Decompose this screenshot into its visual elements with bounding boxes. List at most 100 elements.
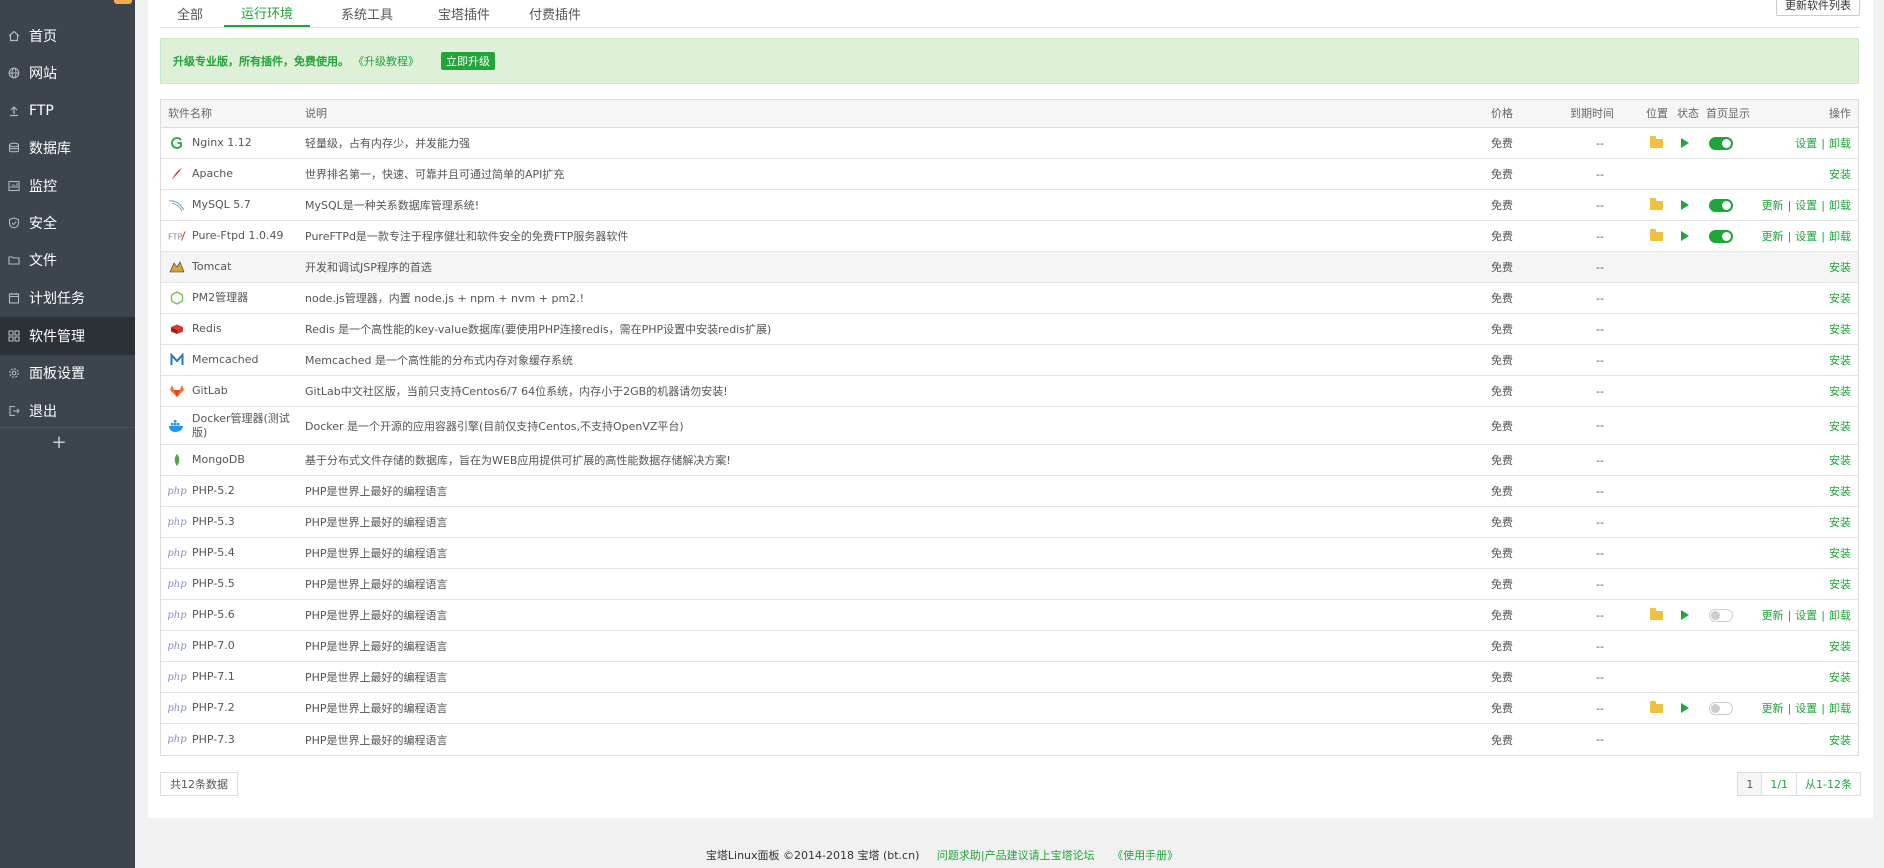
op-link[interactable]: 设置 (1795, 607, 1817, 623)
sidebar-item-7[interactable]: 文件 (0, 241, 135, 279)
play-icon[interactable] (1675, 190, 1695, 220)
sidebar-item-6[interactable]: 安全 (0, 204, 135, 242)
refresh-software-list-button[interactable]: 更新软件列表 (1776, 0, 1860, 16)
sidebar-item-9[interactable]: 软件管理 (0, 317, 135, 355)
tab-bt-plugins[interactable]: 宝塔插件 (421, 0, 507, 27)
software-name: Tomcat (192, 260, 232, 273)
sidebar-item-3[interactable]: FTP (0, 92, 135, 130)
op-link[interactable]: 更新 (1762, 228, 1784, 244)
page-current[interactable]: 1 (1737, 772, 1763, 796)
op-link[interactable]: 安装 (1829, 418, 1851, 434)
op-link[interactable]: 设置 (1795, 197, 1817, 213)
op-link[interactable]: 卸载 (1829, 135, 1851, 151)
op-link[interactable]: 安装 (1829, 452, 1851, 468)
forum-link[interactable]: 问题求助|产品建议请上宝塔论坛 (937, 849, 1095, 862)
software-name: PHP-5.4 (192, 546, 235, 559)
op-link[interactable]: 安装 (1829, 321, 1851, 337)
table-row: GitLab GitLab中文社区版，当前只支持Centos6/7 64位系统，内… (161, 376, 1858, 407)
homepage-toggle[interactable] (1706, 190, 1736, 220)
folder-icon[interactable] (1646, 128, 1666, 158)
homepage-toggle[interactable] (1706, 128, 1736, 158)
sidebar-item-11[interactable]: 退出 (0, 392, 135, 430)
play-icon[interactable] (1675, 693, 1695, 723)
sidebar-item-8[interactable]: 计划任务 (0, 279, 135, 317)
sidebar-item-4[interactable]: 数据库 (0, 129, 135, 167)
op-link[interactable]: 安装 (1829, 732, 1851, 748)
upgrade-now-button[interactable]: 立即升级 (441, 52, 495, 70)
add-icon[interactable]: + (50, 434, 68, 452)
sidebar-item-label: 安全 (29, 216, 57, 232)
folder-icon[interactable] (1646, 190, 1666, 220)
op-link[interactable]: 卸载 (1829, 228, 1851, 244)
header-location: 位置 (1646, 107, 1668, 120)
sidebar-item-5[interactable]: 监控 (0, 167, 135, 205)
nginx-logo-icon (168, 128, 186, 158)
op-link[interactable]: 更新 (1762, 700, 1784, 716)
op-link[interactable]: 安装 (1829, 166, 1851, 182)
op-link[interactable]: 设置 (1795, 228, 1817, 244)
homepage-toggle[interactable] (1706, 221, 1736, 251)
sidebar-item-2[interactable]: 网站 (0, 54, 135, 92)
folder-icon[interactable] (1646, 693, 1666, 723)
op-link[interactable]: 设置 (1795, 700, 1817, 716)
op-link[interactable]: 安装 (1829, 259, 1851, 275)
software-expire: -- (1596, 229, 1604, 243)
op-link[interactable]: 安装 (1829, 545, 1851, 561)
op-link[interactable]: 卸载 (1829, 700, 1851, 716)
calendar-icon (8, 292, 20, 304)
sidebar-item-1[interactable]: 首页 (0, 17, 135, 55)
sidebar-item-label: 监控 (29, 179, 57, 195)
tab-all[interactable]: 全部 (160, 0, 220, 27)
upgrade-tutorial-link[interactable]: 《升级教程》 (353, 53, 419, 69)
play-icon[interactable] (1675, 600, 1695, 630)
op-link[interactable]: 安装 (1829, 483, 1851, 499)
table-row: FTP Pure-Ftpd 1.0.49 PureFTPd是一款专注于程序健壮和软件… (161, 221, 1858, 252)
op-link[interactable]: 卸载 (1829, 607, 1851, 623)
header-show: 首页显示 (1706, 107, 1750, 120)
op-link[interactable]: 更新 (1762, 197, 1784, 213)
play-icon[interactable] (1675, 128, 1695, 158)
op-link[interactable]: 安装 (1829, 576, 1851, 592)
mongodb-logo-icon (168, 445, 186, 475)
software-price: 免费 (1491, 516, 1513, 529)
op-link[interactable]: 更新 (1762, 607, 1784, 623)
homepage-toggle[interactable] (1706, 600, 1736, 630)
op-link[interactable]: 卸载 (1829, 197, 1851, 213)
software-desc: PHP是世界上最好的编程语言 (305, 547, 448, 560)
op-link[interactable]: 安装 (1829, 669, 1851, 685)
folder-icon[interactable] (1646, 221, 1666, 251)
sidebar-item-label: 软件管理 (29, 329, 85, 345)
operations: 安装 (1829, 631, 1851, 661)
table-header: 软件名称 说明 价格 到期时间 位置 状态 首页显示 操作 (161, 100, 1858, 128)
software-desc: Redis 是一个高性能的key-value数据库(要使用PHP连接redis，… (305, 323, 772, 336)
tab-system-tools[interactable]: 系统工具 (324, 0, 410, 27)
software-price: 免费 (1491, 261, 1513, 274)
op-link[interactable]: 安装 (1829, 352, 1851, 368)
notification-badge[interactable] (114, 0, 132, 4)
op-link[interactable]: 安装 (1829, 383, 1851, 399)
op-link[interactable]: 安装 (1829, 290, 1851, 306)
software-price: 免费 (1491, 454, 1513, 467)
software-name: PHP-5.3 (192, 515, 235, 528)
software-name: PHP-5.5 (192, 577, 235, 590)
upload-icon (8, 105, 20, 117)
software-desc: 开发和调试JSP程序的首选 (305, 261, 432, 274)
software-price: 免费 (1491, 354, 1513, 367)
operations: 安装 (1829, 476, 1851, 506)
table-row: php PHP-7.2 PHP是世界上最好的编程语言 免费 -- 更新 | 设置 | 卸载 (161, 693, 1858, 724)
play-icon[interactable] (1675, 221, 1695, 251)
software-desc: 基于分布式文件存储的数据库，旨在为WEB应用提供可扩展的高性能数据存储解决方案! (305, 454, 731, 467)
folder-icon[interactable] (1646, 600, 1666, 630)
manual-link[interactable]: 《使用手册》 (1112, 849, 1178, 862)
sidebar-divider (0, 427, 135, 428)
software-expire: -- (1596, 167, 1604, 181)
op-link[interactable]: 安装 (1829, 638, 1851, 654)
tab-paid-plugins[interactable]: 付费插件 (512, 0, 598, 27)
php-logo-icon: php (167, 485, 187, 497)
tab-runtime[interactable]: 运行环境 (224, 0, 311, 27)
sidebar-item-10[interactable]: 面板设置 (0, 354, 135, 392)
homepage-toggle[interactable] (1706, 693, 1736, 723)
operations: 设置 | 卸载 (1795, 135, 1851, 151)
op-link[interactable]: 安装 (1829, 514, 1851, 530)
op-link[interactable]: 设置 (1795, 135, 1817, 151)
